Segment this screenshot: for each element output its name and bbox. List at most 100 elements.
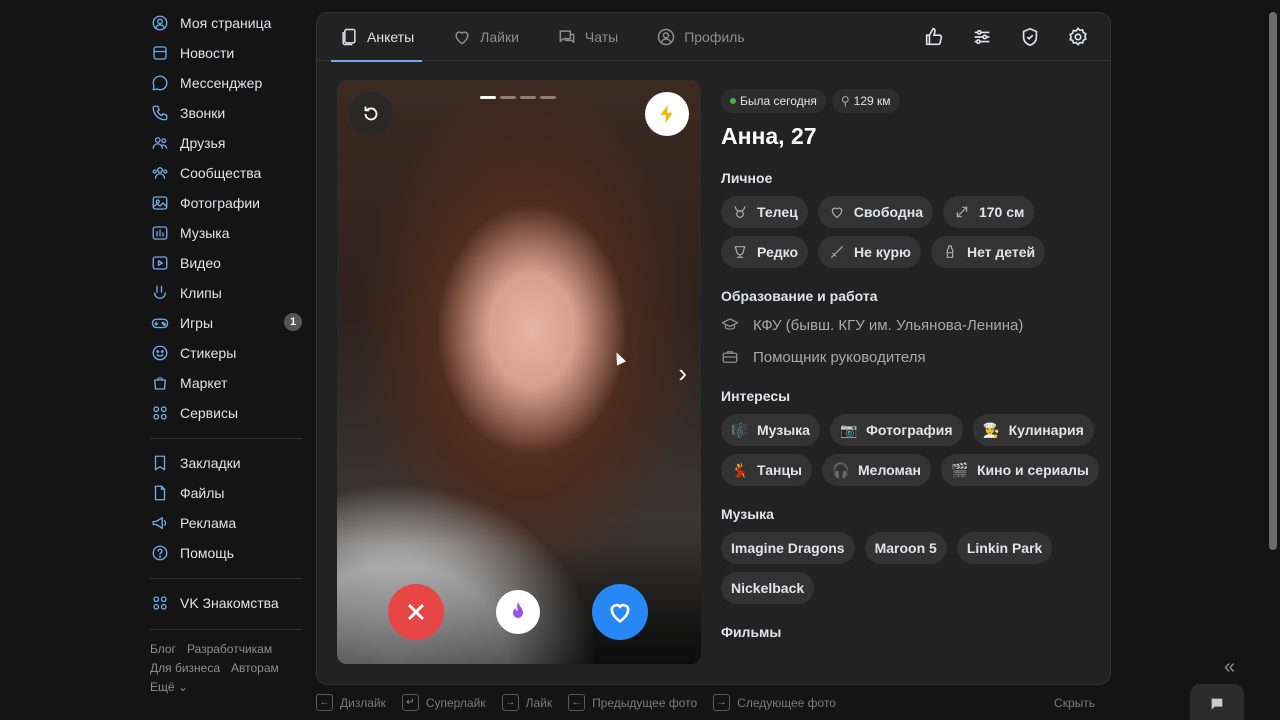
tag-pill: Не курю — [818, 236, 921, 268]
sidebar-item[interactable]: Новости — [150, 38, 302, 68]
superlike-button[interactable] — [496, 590, 540, 634]
tag-label: Linkin Park — [966, 540, 1043, 556]
hint-next-label: Следующее фото — [737, 695, 836, 710]
sidebar-footer-links: Блог Разработчикам Для бизнеса Авторам Ещё… — [150, 640, 302, 697]
interest-emoji-icon: 🎬 — [951, 461, 969, 478]
sidebar-item[interactable]: Маркет — [150, 368, 302, 398]
tag-label: Фотография — [865, 422, 953, 438]
collapse-chevrons-icon[interactable]: « — [1224, 656, 1235, 679]
tag-pill: Imagine Dragons — [721, 532, 855, 564]
tab-profiles-label: Анкеты — [367, 28, 415, 45]
interest-emoji-icon: 👩‍🍳 — [982, 421, 1001, 438]
tag-pill: Нет детей — [930, 236, 1046, 268]
boost-button[interactable] — [645, 92, 689, 136]
tag-pill: Свободна — [817, 196, 933, 228]
sidebar-item[interactable]: Игры 1 — [150, 308, 302, 338]
dislike-button[interactable] — [388, 584, 444, 640]
sidebar-item[interactable]: Реклама — [150, 508, 302, 538]
footer-link-authors[interactable]: Авторам — [231, 661, 279, 675]
file-icon — [150, 483, 170, 503]
sidebar-item-label: Клипы — [180, 285, 222, 301]
notification-badge: 1 — [284, 313, 302, 331]
photo-page-dot — [500, 96, 516, 99]
like-button[interactable] — [592, 584, 648, 640]
undo-button[interactable] — [349, 92, 393, 136]
sidebar-item[interactable]: Моя страница — [150, 8, 302, 38]
tag-pill: 170 см — [942, 196, 1035, 228]
tag-pill: Maroon 5 — [864, 532, 947, 564]
sidebar-item[interactable]: Стикеры — [150, 338, 302, 368]
tab-likes[interactable]: Лайки — [452, 13, 519, 61]
page-scrollbar[interactable] — [1269, 12, 1277, 550]
sidebar-item-label: Файлы — [180, 485, 225, 501]
tag-label: Не курю — [854, 244, 911, 260]
sidebar-item[interactable]: Закладки — [150, 448, 302, 478]
hide-hints-button[interactable]: Скрыть — [1054, 696, 1095, 710]
tab-profile[interactable]: Профиль — [656, 13, 745, 61]
tab-likes-label: Лайки — [480, 28, 519, 45]
tag-pill: Редко — [721, 236, 809, 268]
graduation-cap-icon — [721, 316, 741, 334]
profile-photo-card[interactable]: › — [337, 80, 701, 664]
sidebar-item-label: Игры — [180, 315, 214, 331]
tag-label: 170 см — [978, 204, 1025, 220]
sidebar-item-label: Стикеры — [180, 345, 237, 361]
sidebar-divider — [150, 629, 302, 630]
gear-icon[interactable] — [1066, 25, 1090, 49]
bookmark-icon — [150, 453, 170, 473]
sidebar-item[interactable]: Файлы — [150, 478, 302, 508]
sidebar-item[interactable]: Сообщества — [150, 158, 302, 188]
heart-icon — [455, 30, 469, 45]
megaphone-icon — [150, 513, 170, 533]
dating-panel: Анкеты Лайки Чаты Профиль › Была сегодня… — [316, 12, 1111, 685]
filters-icon[interactable] — [970, 25, 994, 49]
tab-profiles[interactable]: Анкеты — [330, 13, 423, 62]
tab-chats[interactable]: Чаты — [557, 13, 618, 61]
sidebar-item[interactable]: Сервисы — [150, 398, 302, 428]
tag-pill: 🎧 Меломан — [822, 454, 931, 486]
distance-text: 129 км — [853, 94, 891, 108]
sidebar-item[interactable]: Звонки — [150, 98, 302, 128]
tag-pill: Телец — [721, 196, 808, 228]
sidebar-item[interactable]: Помощь — [150, 538, 302, 568]
sidebar-item[interactable]: Клипы — [150, 278, 302, 308]
briefcase-icon — [721, 348, 741, 366]
left-sidebar: Моя страница Новости Мессенджер Звонки Друзь… — [150, 8, 302, 697]
profile-name: Анна, 27 — [721, 123, 817, 149]
hint-like: → Лайк — [501, 694, 552, 711]
footer-link-blog[interactable]: Блог — [150, 642, 176, 656]
taurus-icon — [731, 203, 749, 221]
sidebar-item[interactable]: Музыка — [150, 218, 302, 248]
tab-chats-label: Чаты — [584, 28, 619, 45]
tag-label: Музыка — [757, 422, 810, 438]
sidebar-item[interactable]: Видео — [150, 248, 302, 278]
footer-link-business[interactable]: Для бизнеса — [150, 661, 220, 675]
footer-link-more[interactable]: Ещё ⌄ — [150, 680, 188, 694]
phone-icon — [150, 103, 170, 123]
next-photo-arrow[interactable]: › — [678, 358, 687, 389]
sidebar-item-label: Видео — [180, 255, 221, 271]
interest-emoji-icon: 💃 — [731, 461, 749, 478]
chat-bubble-icon — [1211, 698, 1223, 710]
thumbs-up-icon[interactable] — [922, 25, 946, 49]
shield-check-icon[interactable] — [1018, 25, 1042, 49]
section-title-interests: Интересы — [721, 388, 791, 404]
footer-link-developers[interactable]: Разработчикам — [187, 642, 272, 656]
sidebar-item[interactable]: VK Знакомства — [150, 588, 302, 618]
photo-icon — [150, 193, 170, 213]
sidebar-item[interactable]: Мессенджер — [150, 68, 302, 98]
keyboard-hints: ← Дизлайк ↵ Суперлайк → Лайк ← Предыдущее фо… — [316, 694, 1111, 711]
key-up-icon: ↵ — [401, 694, 419, 711]
sidebar-item-label: Сервисы — [180, 405, 239, 421]
video-icon — [150, 253, 170, 273]
sidebar-divider — [150, 578, 302, 579]
sidebar-item[interactable]: Фотографии — [150, 188, 302, 218]
chat-fab-button[interactable] — [1190, 684, 1244, 720]
services-grid-icon — [150, 403, 170, 423]
tag-label: Кино и сериалы — [976, 462, 1089, 478]
sidebar-item[interactable]: Друзья — [150, 128, 302, 158]
tag-label: Телец — [757, 204, 798, 220]
tag-pill: 🎼 Музыка — [721, 414, 820, 446]
job-text: Помощник руководителя — [753, 348, 926, 366]
key-prev-icon: ← — [568, 694, 586, 711]
